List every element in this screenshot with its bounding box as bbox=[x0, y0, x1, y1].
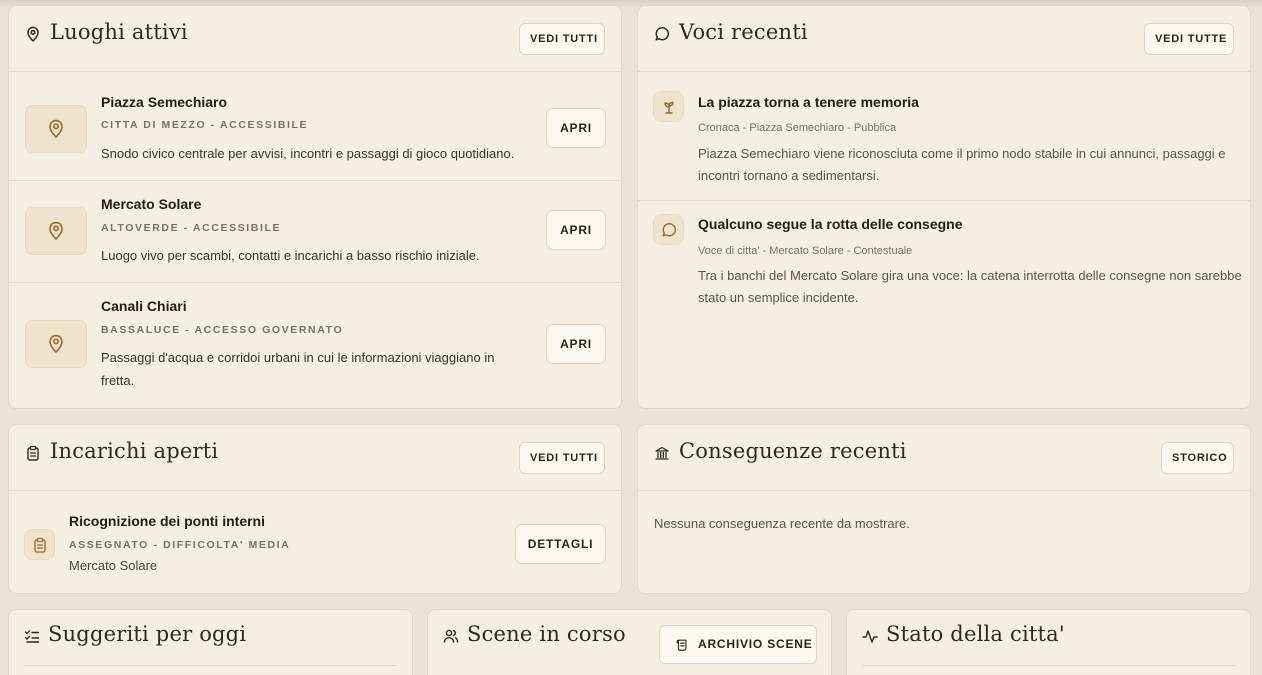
open-tasks-panel: Incarichi aperti VEDI TUTTI Ricognizione… bbox=[8, 424, 622, 594]
divider bbox=[862, 665, 1235, 666]
panel-title: Suggeriti per oggi bbox=[48, 622, 247, 646]
panel-header: Incarichi aperti VEDI TUTTI bbox=[9, 425, 621, 491]
place-icon-tile bbox=[25, 207, 87, 255]
recent-voices-panel: Voci recenti VEDI TUTTE La piazza torna … bbox=[637, 5, 1251, 409]
history-button[interactable]: STORICO bbox=[1161, 442, 1234, 474]
speech-bubble-icon bbox=[655, 27, 669, 41]
sprout-icon bbox=[664, 101, 674, 114]
suggested-today-panel: Suggeriti per oggi bbox=[8, 609, 413, 675]
panel-header: Voci recenti VEDI TUTTE bbox=[638, 6, 1250, 72]
scroll-icon bbox=[676, 639, 687, 651]
users-icon bbox=[443, 629, 459, 643]
scene-archive-button[interactable]: ARCHIVIO SCENE bbox=[659, 625, 817, 664]
divider bbox=[24, 665, 397, 666]
panel-title: Conseguenze recenti bbox=[679, 439, 907, 463]
map-pin-icon bbox=[49, 334, 63, 353]
task-details-button[interactable]: DETTAGLI bbox=[515, 524, 606, 564]
task-icon-tile bbox=[24, 529, 55, 560]
panel-title: Stato della citta' bbox=[886, 622, 1065, 646]
place-name: Mercato Solare bbox=[101, 196, 202, 212]
place-description: Luogo vivo per scambi, contatti e incari… bbox=[101, 248, 480, 263]
task-place: Mercato Solare bbox=[69, 558, 158, 573]
task-title: Ricognizione dei ponti interni bbox=[69, 513, 265, 529]
speech-bubble-icon bbox=[662, 223, 676, 237]
voice-title[interactable]: La piazza torna a tenere memoria bbox=[698, 94, 919, 110]
map-pin-icon bbox=[49, 221, 63, 240]
place-meta: BASSALUCE - ACCESSO GOVERNATO bbox=[101, 324, 344, 336]
open-place-button[interactable]: APRI bbox=[546, 108, 606, 148]
view-all-voices-button[interactable]: VEDI TUTTE bbox=[1144, 23, 1234, 55]
clipboard-icon bbox=[34, 537, 46, 553]
open-place-button[interactable]: APRI bbox=[546, 210, 606, 250]
empty-state-message: Nessuna conseguenza recente da mostrare. bbox=[654, 516, 910, 531]
place-description: Passaggi d'acqua e corridoi urbani in cu… bbox=[101, 350, 495, 388]
open-place-button[interactable]: APRI bbox=[546, 324, 606, 364]
clipboard-icon bbox=[27, 445, 39, 461]
scene-archive-label: ARCHIVIO SCENE bbox=[698, 637, 813, 651]
place-icon-tile bbox=[25, 320, 87, 368]
place-icon-tile bbox=[25, 105, 87, 153]
voice-icon-tile bbox=[653, 214, 684, 245]
voice-description: Tra i banchi del Mercato Solare gira una… bbox=[698, 268, 1242, 305]
divider bbox=[9, 282, 621, 283]
panel-title: Scene in corso bbox=[467, 622, 626, 646]
panel-header: Conseguenze recenti STORICO bbox=[638, 425, 1250, 491]
checklist-icon bbox=[24, 630, 40, 643]
view-all-places-button[interactable]: VEDI TUTTI bbox=[519, 23, 605, 55]
voice-icon-tile bbox=[653, 91, 684, 122]
voice-title[interactable]: Qualcuno segue la rotta delle consegne bbox=[698, 216, 963, 232]
panel-title: Luoghi attivi bbox=[50, 20, 188, 44]
task-meta: ASSEGNATO - DIFFICOLTA' MEDIA bbox=[69, 539, 291, 551]
place-name: Piazza Semechiaro bbox=[101, 94, 228, 110]
landmark-icon bbox=[655, 446, 669, 460]
place-description: Snodo civico centrale per avvisi, incont… bbox=[101, 146, 515, 161]
place-meta: ALTOVERDE - ACCESSIBILE bbox=[101, 222, 282, 234]
panel-header: Scene in corso ARCHIVIO SCENE bbox=[428, 610, 831, 675]
panel-header: Luoghi attivi VEDI TUTTI bbox=[9, 6, 621, 72]
city-status-panel: Stato della citta' bbox=[846, 609, 1251, 675]
active-places-panel: Luoghi attivi VEDI TUTTI Piazza Semechia… bbox=[8, 5, 622, 409]
voice-meta: Voce di citta' - Mercato Solare - Contes… bbox=[698, 245, 913, 257]
voice-description: Piazza Semechiaro viene riconosciuta com… bbox=[698, 146, 1226, 183]
recent-consequences-panel: Conseguenze recenti STORICO Nessuna cons… bbox=[637, 424, 1251, 594]
place-meta: CITTA DI MEZZO - ACCESSIBILE bbox=[101, 119, 309, 131]
map-pin-icon bbox=[27, 26, 39, 42]
divider bbox=[638, 200, 1250, 201]
divider bbox=[9, 180, 621, 181]
voice-meta: Cronaca - Piazza Semechiaro - Pubblica bbox=[698, 122, 897, 134]
view-all-tasks-button[interactable]: VEDI TUTTI bbox=[519, 442, 605, 474]
panel-title: Voci recenti bbox=[679, 20, 808, 44]
ongoing-scenes-panel: Scene in corso ARCHIVIO SCENE bbox=[427, 609, 832, 675]
panel-title: Incarichi aperti bbox=[50, 439, 219, 463]
map-pin-icon bbox=[49, 119, 63, 138]
activity-icon bbox=[862, 630, 878, 643]
place-name: Canali Chiari bbox=[101, 298, 187, 314]
